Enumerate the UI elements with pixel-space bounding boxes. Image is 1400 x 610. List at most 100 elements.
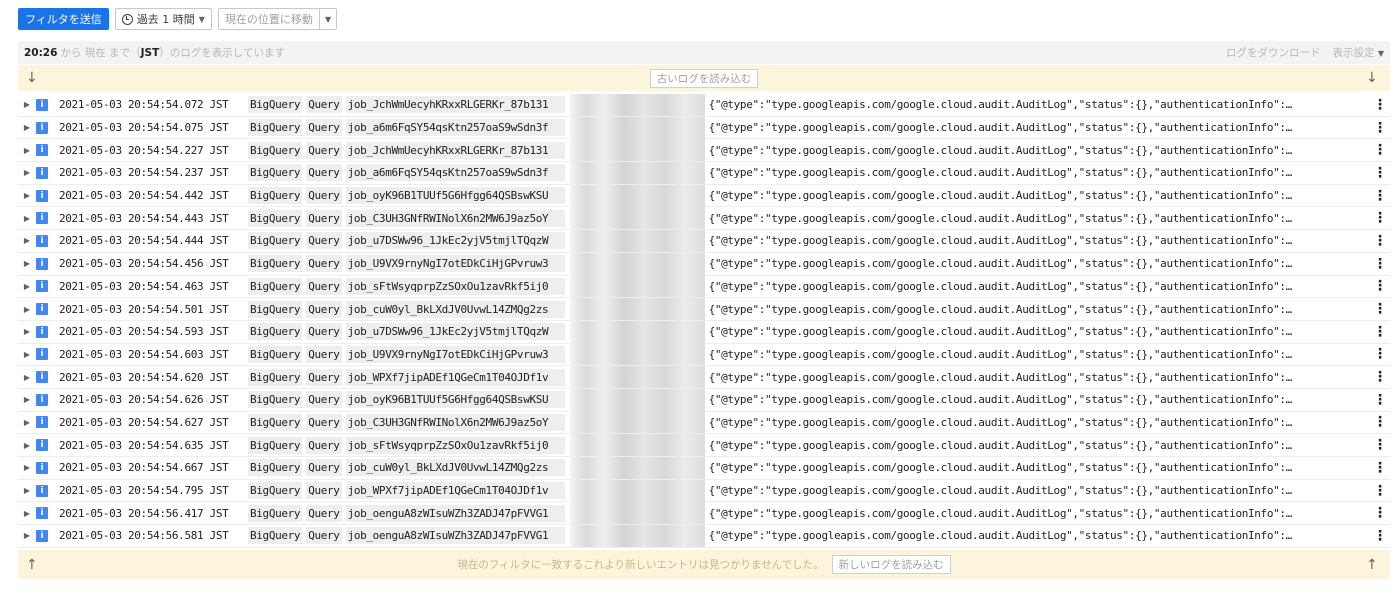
expand-caret-icon[interactable]: ▶ bbox=[18, 123, 36, 132]
expand-caret-icon[interactable]: ▶ bbox=[18, 395, 36, 404]
job-id-chip[interactable]: job_WPXf7jipADEf1QGeCm1T04OJDf1v bbox=[345, 368, 565, 386]
method-chip[interactable]: Query bbox=[306, 459, 342, 477]
method-chip[interactable]: Query bbox=[306, 119, 342, 137]
submit-filter-button[interactable]: フィルタを送信 bbox=[18, 8, 109, 30]
more-vert-icon[interactable]: ⋮ bbox=[1370, 346, 1390, 362]
more-vert-icon[interactable]: ⋮ bbox=[1370, 483, 1390, 499]
more-vert-icon[interactable]: ⋮ bbox=[1370, 301, 1390, 317]
job-id-chip[interactable]: job_U9VX9rnyNgI7otEDkCiHjGPvruw3 bbox=[345, 255, 565, 273]
expand-caret-icon[interactable]: ▶ bbox=[18, 282, 36, 291]
expand-caret-icon[interactable]: ▶ bbox=[18, 531, 36, 540]
more-vert-icon[interactable]: ⋮ bbox=[1370, 369, 1390, 385]
more-vert-icon[interactable]: ⋮ bbox=[1370, 505, 1390, 521]
service-chip[interactable]: BigQuery bbox=[248, 482, 303, 500]
method-chip[interactable]: Query bbox=[306, 436, 342, 454]
log-entry-row[interactable]: ▶ i 2021-05-03 20:54:54.072 JST BigQuery Que… bbox=[18, 93, 1390, 117]
service-chip[interactable]: BigQuery bbox=[248, 300, 303, 318]
arrow-up-icon[interactable]: ↑ bbox=[26, 557, 42, 573]
job-id-chip[interactable]: job_oenguA8zWIsuWZh3ZADJ47pFVVG1 bbox=[345, 527, 565, 545]
more-vert-icon[interactable]: ⋮ bbox=[1370, 120, 1390, 136]
arrow-down-icon[interactable]: ↓ bbox=[1366, 70, 1382, 86]
service-chip[interactable]: BigQuery bbox=[248, 413, 303, 431]
expand-caret-icon[interactable]: ▶ bbox=[18, 486, 36, 495]
expand-caret-icon[interactable]: ▶ bbox=[18, 350, 36, 359]
jump-to-now-menu-button[interactable]: ▼ bbox=[319, 8, 338, 30]
service-chip[interactable]: BigQuery bbox=[248, 187, 303, 205]
expand-caret-icon[interactable]: ▶ bbox=[18, 463, 36, 472]
job-id-chip[interactable]: job_sFtWsyqprpZzSOxOu1zavRkf5ij0 bbox=[345, 277, 565, 295]
more-vert-icon[interactable]: ⋮ bbox=[1370, 437, 1390, 453]
more-vert-icon[interactable]: ⋮ bbox=[1370, 142, 1390, 158]
job-id-chip[interactable]: job_C3UH3GNfRWINolX6n2MW6J9az5oY bbox=[345, 209, 565, 227]
expand-caret-icon[interactable]: ▶ bbox=[18, 214, 36, 223]
job-id-chip[interactable]: job_u7DSWw96_1JkEc2yjV5tmjlTQqzW bbox=[345, 232, 565, 250]
log-entry-row[interactable]: ▶ i 2021-05-03 20:54:54.444 JST BigQuery Que… bbox=[18, 229, 1390, 253]
display-settings-dropdown[interactable]: 表示設定 ▼ bbox=[1333, 45, 1385, 60]
method-chip[interactable]: Query bbox=[306, 255, 342, 273]
service-chip[interactable]: BigQuery bbox=[248, 323, 303, 341]
job-id-chip[interactable]: job_U9VX9rnyNgI7otEDkCiHjGPvruw3 bbox=[345, 345, 565, 363]
service-chip[interactable]: BigQuery bbox=[248, 255, 303, 273]
more-vert-icon[interactable]: ⋮ bbox=[1370, 528, 1390, 544]
service-chip[interactable]: BigQuery bbox=[248, 277, 303, 295]
log-entry-row[interactable]: ▶ i 2021-05-03 20:54:54.237 JST BigQuery Que… bbox=[18, 161, 1390, 185]
log-entry-row[interactable]: ▶ i 2021-05-03 20:54:54.463 JST BigQuery Que… bbox=[18, 275, 1390, 299]
method-chip[interactable]: Query bbox=[306, 96, 342, 114]
job-id-chip[interactable]: job_C3UH3GNfRWINolX6n2MW6J9az5oY bbox=[345, 413, 565, 431]
arrow-up-icon[interactable]: ↑ bbox=[1366, 557, 1382, 573]
method-chip[interactable]: Query bbox=[306, 141, 342, 159]
log-entry-row[interactable]: ▶ i 2021-05-03 20:54:54.227 JST BigQuery Que… bbox=[18, 139, 1390, 163]
service-chip[interactable]: BigQuery bbox=[248, 368, 303, 386]
log-entry-row[interactable]: ▶ i 2021-05-03 20:54:56.417 JST BigQuery Que… bbox=[18, 502, 1390, 526]
method-chip[interactable]: Query bbox=[306, 277, 342, 295]
log-entry-row[interactable]: ▶ i 2021-05-03 20:54:54.603 JST BigQuery Que… bbox=[18, 343, 1390, 367]
log-entry-row[interactable]: ▶ i 2021-05-03 20:54:54.620 JST BigQuery Que… bbox=[18, 366, 1390, 389]
more-vert-icon[interactable]: ⋮ bbox=[1370, 97, 1390, 113]
method-chip[interactable]: Query bbox=[306, 413, 342, 431]
service-chip[interactable]: BigQuery bbox=[248, 391, 303, 409]
download-logs-link[interactable]: ログをダウンロード bbox=[1226, 45, 1321, 60]
log-entry-row[interactable]: ▶ i 2021-05-03 20:54:54.667 JST BigQuery Que… bbox=[18, 456, 1390, 480]
method-chip[interactable]: Query bbox=[306, 391, 342, 409]
expand-caret-icon[interactable]: ▶ bbox=[18, 146, 36, 155]
job-id-chip[interactable]: job_cuW0yl_BkLXdJV0UvwL14ZMQg2zs bbox=[345, 459, 565, 477]
method-chip[interactable]: Query bbox=[306, 323, 342, 341]
load-newer-button[interactable]: 新しいログを読み込む bbox=[831, 555, 951, 574]
log-entry-row[interactable]: ▶ i 2021-05-03 20:54:54.795 JST BigQuery Que… bbox=[18, 479, 1390, 503]
expand-caret-icon[interactable]: ▶ bbox=[18, 100, 36, 109]
service-chip[interactable]: BigQuery bbox=[248, 96, 303, 114]
more-vert-icon[interactable]: ⋮ bbox=[1370, 210, 1390, 226]
jump-to-now-button[interactable]: 現在の位置に移動 bbox=[217, 8, 320, 30]
expand-caret-icon[interactable]: ▶ bbox=[18, 373, 36, 382]
job-id-chip[interactable]: job_cuW0yl_BkLXdJV0UvwL14ZMQg2zs bbox=[345, 300, 565, 318]
job-id-chip[interactable]: job_sFtWsyqprpZzSOxOu1zavRkf5ij0 bbox=[345, 436, 565, 454]
more-vert-icon[interactable]: ⋮ bbox=[1370, 165, 1390, 181]
service-chip[interactable]: BigQuery bbox=[248, 504, 303, 522]
log-entry-row[interactable]: ▶ i 2021-05-03 20:54:54.443 JST BigQuery Que… bbox=[18, 207, 1390, 231]
job-id-chip[interactable]: job_a6m6FqSY54qsKtn257oaS9wSdn3f bbox=[345, 164, 565, 182]
more-vert-icon[interactable]: ⋮ bbox=[1370, 188, 1390, 204]
expand-caret-icon[interactable]: ▶ bbox=[18, 509, 36, 518]
expand-caret-icon[interactable]: ▶ bbox=[18, 441, 36, 450]
service-chip[interactable]: BigQuery bbox=[248, 232, 303, 250]
expand-caret-icon[interactable]: ▶ bbox=[18, 305, 36, 314]
job-id-chip[interactable]: job_JchWmUecyhKRxxRLGERKr_87b131 bbox=[345, 141, 565, 159]
expand-caret-icon[interactable]: ▶ bbox=[18, 168, 36, 177]
job-id-chip[interactable]: job_WPXf7jipADEf1QGeCm1T04OJDf1v bbox=[345, 482, 565, 500]
more-vert-icon[interactable]: ⋮ bbox=[1370, 233, 1390, 249]
job-id-chip[interactable]: job_oyK96B1TUUf5G6Hfgg64QSBswKSU bbox=[345, 187, 565, 205]
log-entry-row[interactable]: ▶ i 2021-05-03 20:54:54.442 JST BigQuery Que… bbox=[18, 184, 1390, 208]
service-chip[interactable]: BigQuery bbox=[248, 209, 303, 227]
log-entry-row[interactable]: ▶ i 2021-05-03 20:54:56.581 JST BigQuery Que… bbox=[18, 524, 1390, 548]
log-entry-row[interactable]: ▶ i 2021-05-03 20:54:54.456 JST BigQuery Que… bbox=[18, 252, 1390, 276]
method-chip[interactable]: Query bbox=[306, 300, 342, 318]
expand-caret-icon[interactable]: ▶ bbox=[18, 236, 36, 245]
expand-caret-icon[interactable]: ▶ bbox=[18, 191, 36, 200]
service-chip[interactable]: BigQuery bbox=[248, 345, 303, 363]
more-vert-icon[interactable]: ⋮ bbox=[1370, 414, 1390, 430]
more-vert-icon[interactable]: ⋮ bbox=[1370, 324, 1390, 340]
time-range-dropdown[interactable]: 過去 1 時間 ▼ bbox=[114, 8, 212, 30]
log-entry-row[interactable]: ▶ i 2021-05-03 20:54:54.626 JST BigQuery Que… bbox=[18, 388, 1390, 412]
more-vert-icon[interactable]: ⋮ bbox=[1370, 392, 1390, 408]
log-entry-row[interactable]: ▶ i 2021-05-03 20:54:54.635 JST BigQuery Que… bbox=[18, 434, 1390, 457]
